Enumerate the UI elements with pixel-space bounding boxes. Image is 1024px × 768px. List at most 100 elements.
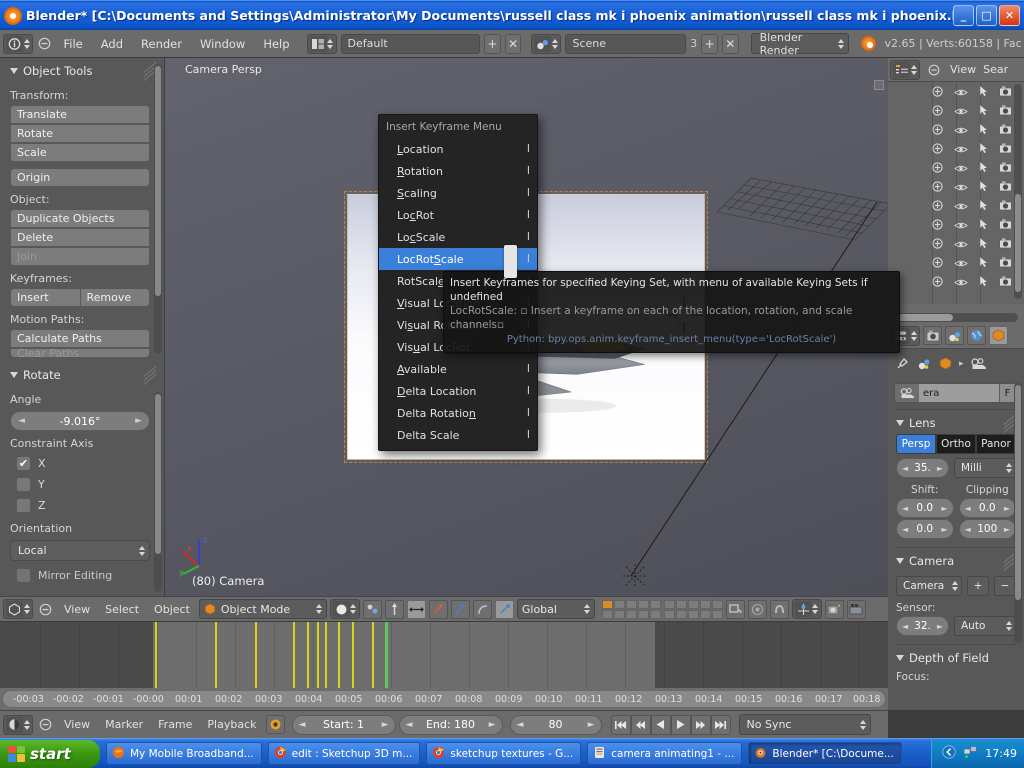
scene-layers-group-1[interactable] [602, 600, 661, 619]
outliner-menu-view[interactable]: View [947, 61, 979, 78]
scene-icon[interactable] [917, 355, 932, 374]
decrement-arrow-icon[interactable]: ◄ [902, 525, 908, 534]
increment-arrow-icon[interactable]: ► [382, 720, 389, 730]
keyframe-marker[interactable] [372, 622, 374, 688]
object-tab-icon[interactable] [989, 326, 1008, 345]
decrement-arrow-icon[interactable]: ◄ [299, 720, 306, 730]
menu-item-scaling[interactable]: Scaling I [379, 182, 537, 204]
proportional-edit-icon[interactable] [748, 600, 767, 619]
keyframe-marker[interactable] [338, 622, 340, 688]
outliner-tree[interactable] [888, 82, 1024, 304]
viewport-menu-view[interactable]: View [58, 601, 96, 618]
object-tools-panel-header[interactable]: Object Tools [0, 58, 164, 83]
viewport-menu-object[interactable]: Object [148, 601, 196, 618]
previous-keyframe-button[interactable] [631, 715, 651, 735]
calculate-paths-button[interactable]: Calculate Paths [10, 329, 150, 348]
camera-render-icon[interactable] [999, 253, 1012, 272]
collapse-menu-icon[interactable] [36, 715, 55, 734]
expand-plus-icon[interactable] [932, 101, 943, 120]
add-scene-button[interactable]: + [701, 34, 718, 54]
snap-magnet-icon[interactable] [770, 600, 789, 619]
render-tab-icon[interactable] [923, 326, 942, 345]
manipulator-translate-icon[interactable] [429, 600, 448, 619]
menu-add[interactable]: Add [94, 35, 130, 53]
camera-render-icon[interactable] [999, 196, 1012, 215]
delete-screen-button[interactable]: ✕ [505, 34, 522, 54]
scale-manipulator-icon[interactable] [495, 600, 514, 619]
increment-arrow-icon[interactable]: ► [588, 720, 595, 730]
timeline-menu-view[interactable]: View [58, 716, 96, 733]
camera-render-icon[interactable] [999, 120, 1012, 139]
interaction-mode-selector[interactable]: Object Mode [199, 599, 327, 619]
timeline-editor-type-selector[interactable] [3, 715, 33, 735]
lens-type-segmented[interactable]: Persp Ortho Panor [896, 434, 1016, 454]
angle-value-field[interactable]: ◄ -9.016° ► [10, 411, 150, 431]
tool-panel-scrollbar-top[interactable] [154, 64, 162, 354]
menu-item-delta-rotation[interactable]: Delta Rotation I [379, 402, 537, 424]
sensor-size-field[interactable]: ◄ 32. ► [896, 616, 949, 636]
manipulator-toggle-icon[interactable] [385, 600, 404, 619]
expand-plus-icon[interactable] [932, 120, 943, 139]
duplicate-objects-button[interactable]: Duplicate Objects [10, 209, 150, 228]
lens-type-persp[interactable]: Persp [896, 434, 936, 454]
add-screen-button[interactable]: + [484, 34, 501, 54]
expand-plus-icon[interactable] [932, 234, 943, 253]
increment-arrow-icon[interactable]: ► [1004, 504, 1010, 513]
translate-button[interactable]: Translate [10, 105, 150, 124]
timeline-menu-marker[interactable]: Marker [99, 716, 149, 733]
keyframe-marker[interactable] [307, 622, 309, 688]
lens-unit-dropdown[interactable]: Milli [954, 458, 1016, 478]
render-engine-selector[interactable]: Blender Render [751, 33, 850, 54]
constraint-axis-y[interactable]: Y [0, 474, 164, 495]
lens-panel-header[interactable]: Lens [888, 410, 1024, 434]
next-keyframe-button[interactable] [691, 715, 711, 735]
checkbox-mirror-icon[interactable] [16, 568, 31, 583]
timeline-menu-frame[interactable]: Frame [152, 716, 198, 733]
outliner-horizontal-scrollbar[interactable] [894, 313, 1018, 322]
menu-help[interactable]: Help [256, 35, 296, 53]
menu-render[interactable]: Render [134, 35, 189, 53]
viewport-menu-select[interactable]: Select [99, 601, 145, 618]
fake-user-button[interactable]: F [999, 384, 1015, 402]
decrement-arrow-icon[interactable]: ◄ [902, 464, 908, 473]
menu-item-rotation[interactable]: Rotation I [379, 160, 537, 182]
checkbox-y-icon[interactable] [16, 477, 31, 492]
scene-browser-selector[interactable] [531, 34, 561, 54]
outliner-menu-search[interactable]: Sear [983, 61, 1008, 78]
rotate-button[interactable]: Rotate [10, 124, 150, 143]
taskbar-item-media[interactable]: camera animating1 - ... [587, 742, 742, 765]
start-button[interactable]: start [0, 740, 100, 768]
checkbox-x-icon[interactable]: ✔ [16, 456, 31, 471]
timeline-editor[interactable]: -00:03 -00:02 -00:01 -00:00 00:01 00:02 … [0, 622, 888, 710]
keyframe-marker[interactable] [352, 622, 354, 688]
keyframe-marker[interactable] [325, 622, 327, 688]
camera-render-icon[interactable] [999, 234, 1012, 253]
remove-keyframe-button[interactable]: Remove [81, 288, 151, 307]
menu-item-locrot[interactable]: LocRot I [379, 204, 537, 226]
lens-type-panoramic[interactable]: Panor [976, 434, 1016, 454]
menu-file[interactable]: File [57, 35, 90, 53]
taskbar-item-chrome-2[interactable]: sketchup textures - G... [426, 742, 581, 765]
clip-end-field[interactable]: ◄ 100 ► [959, 519, 1017, 539]
increment-arrow-icon[interactable]: ► [937, 622, 943, 631]
scene-tab-icon[interactable] [945, 326, 964, 345]
constraint-axis-x[interactable]: ✔ X [0, 453, 164, 474]
render-opengl-image-icon[interactable] [825, 600, 844, 619]
expand-plus-icon[interactable] [932, 139, 943, 158]
world-tab-icon[interactable] [967, 326, 986, 345]
focal-length-field[interactable]: ◄ 35. ► [896, 458, 949, 478]
origin-button[interactable]: Origin [10, 168, 150, 187]
end-frame-field[interactable]: ◄ End: 180 ► [399, 715, 503, 735]
manipulator-scale-icon[interactable] [407, 600, 426, 619]
minimize-button[interactable]: _ [953, 5, 974, 26]
collapse-menu-icon[interactable] [36, 600, 55, 619]
join-button[interactable]: Join [10, 247, 150, 266]
camera-render-icon[interactable] [999, 82, 1012, 101]
decrement-arrow-icon[interactable]: ◄ [18, 416, 25, 426]
transform-orientation-selector[interactable]: Global [517, 599, 595, 619]
keyframe-marker[interactable] [215, 622, 217, 688]
increment-arrow-icon[interactable]: ► [135, 416, 142, 426]
camera-preset-dropdown[interactable]: Camera [896, 576, 962, 596]
clock-label[interactable]: 17:49 [985, 747, 1017, 760]
increment-arrow-icon[interactable]: ► [1004, 525, 1010, 534]
